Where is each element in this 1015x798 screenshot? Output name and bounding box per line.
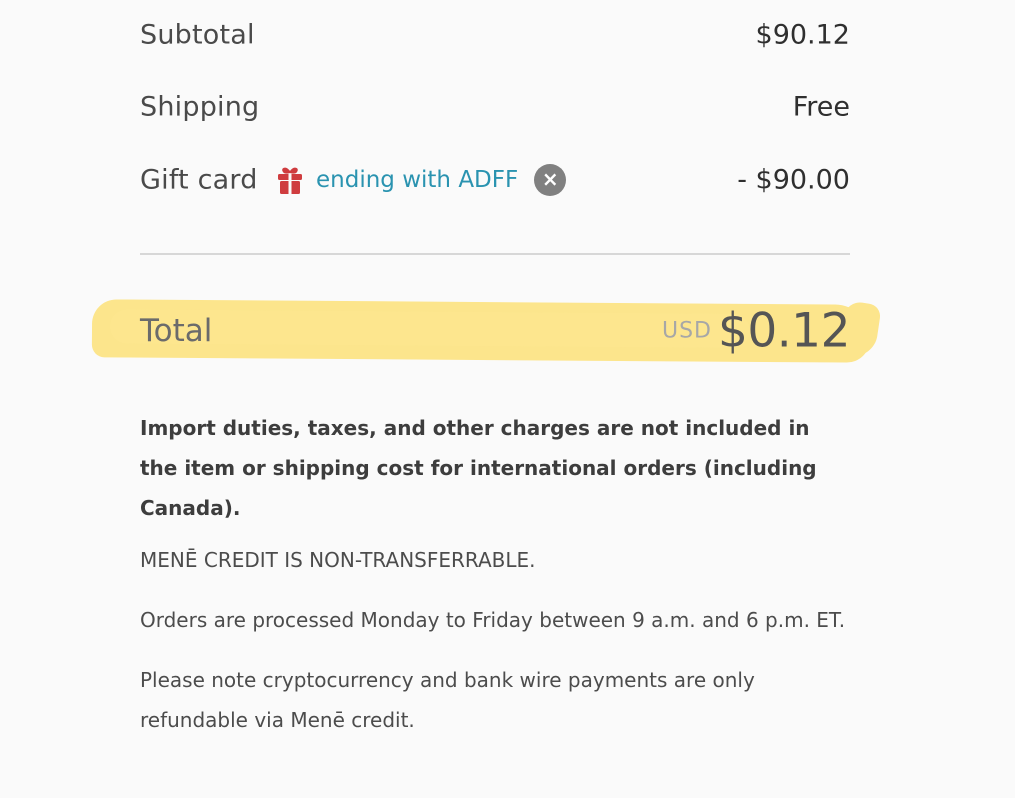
shipping-row: Shipping Free — [140, 82, 850, 132]
summary-divider — [140, 253, 850, 255]
shipping-label: Shipping — [140, 91, 260, 123]
gift-card-value: - $90.00 — [737, 164, 850, 196]
checkout-notes: Import duties, taxes, and other charges … — [140, 408, 850, 760]
total-row: Total USD $0.12 — [140, 303, 851, 359]
gift-card-label: Gift card — [140, 164, 258, 196]
gift-card-row: Gift card ending with ADFF × - $90.00 — [140, 155, 850, 205]
total-value: $0.12 — [717, 303, 851, 359]
close-icon: × — [541, 167, 559, 191]
gift-card-code-link[interactable]: ending with ADFF — [316, 167, 518, 193]
remove-gift-card-button[interactable]: × — [534, 164, 567, 196]
refund-policy-notice: Please note cryptocurrency and bank wire… — [140, 668, 755, 732]
order-processing-notice: Orders are processed Monday to Friday be… — [140, 608, 846, 632]
shipping-value: Free — [792, 91, 850, 123]
gift-card-details: ending with ADFF × — [274, 161, 567, 199]
credit-nontransferable-notice: MENĒ CREDIT IS NON-TRANSFERRABLE. — [140, 548, 536, 572]
subtotal-row: Subtotal $90.12 — [140, 10, 850, 60]
subtotal-label: Subtotal — [140, 19, 255, 51]
order-summary: Subtotal $90.12 Shipping Free Gift card … — [91, 0, 871, 798]
gift-icon — [278, 167, 302, 194]
currency-code: USD — [661, 318, 712, 344]
total-label: Total — [140, 313, 213, 349]
subtotal-value: $90.12 — [755, 19, 850, 51]
import-duties-notice: Import duties, taxes, and other charges … — [140, 416, 817, 520]
